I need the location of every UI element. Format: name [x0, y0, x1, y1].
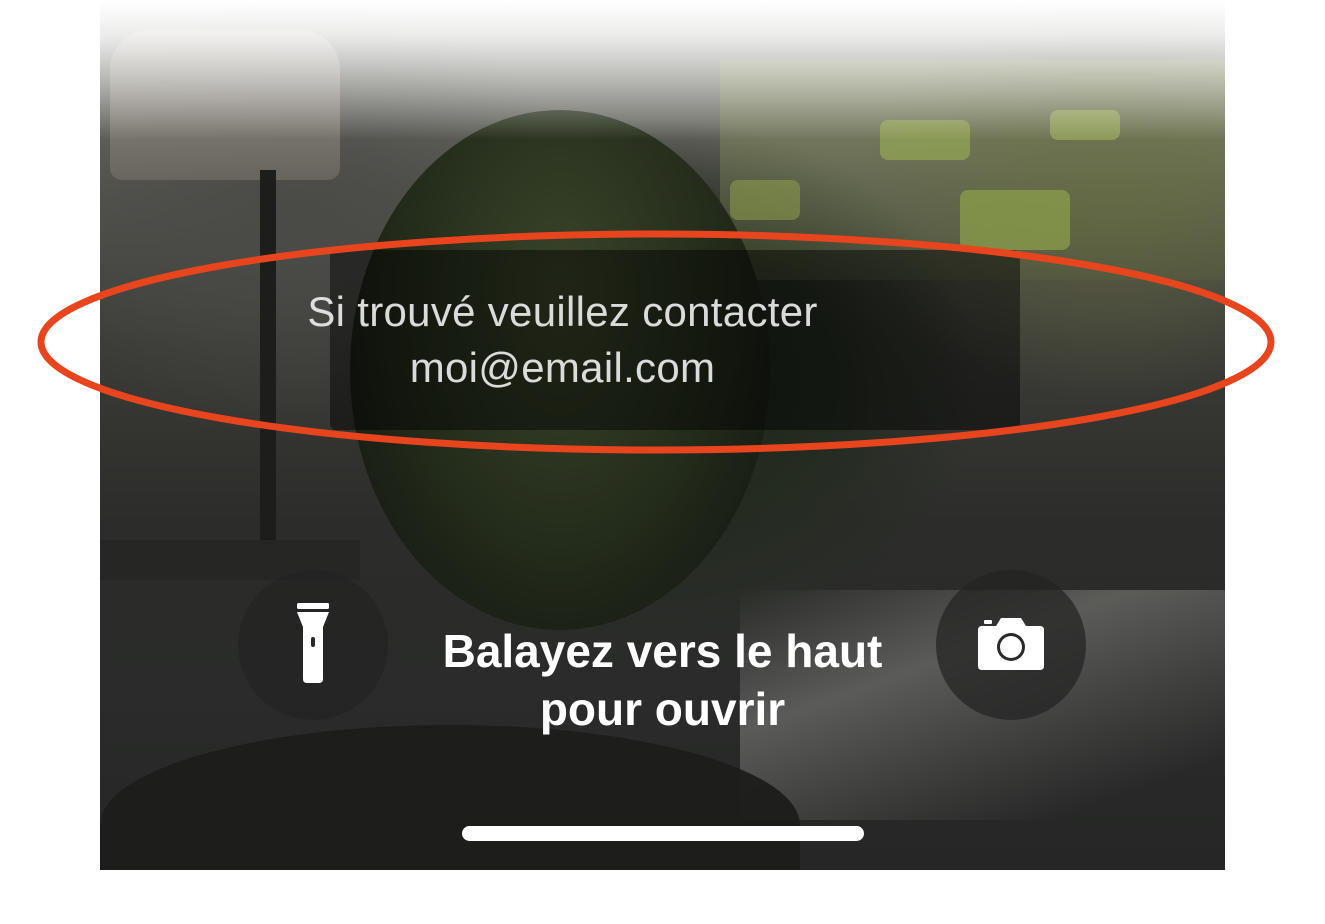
swipe-to-open-hint: Balayez vers le haut	[442, 625, 883, 677]
wallpaper-chair	[730, 180, 800, 220]
wallpaper-fade	[100, 0, 1225, 140]
swipe-to-open-hint: pour ouvrir	[539, 683, 786, 735]
lock-screen-message-line-1: Si trouvé veuillez contacter	[307, 288, 818, 335]
wallpaper-chair	[960, 190, 1070, 250]
lock-screen-message-email: moi@email.com	[409, 344, 716, 391]
lock-screen: Balayez vers le haut pour ouvrir	[100, 0, 1225, 870]
wallpaper-table	[100, 725, 800, 870]
home-indicator[interactable]	[462, 826, 864, 841]
